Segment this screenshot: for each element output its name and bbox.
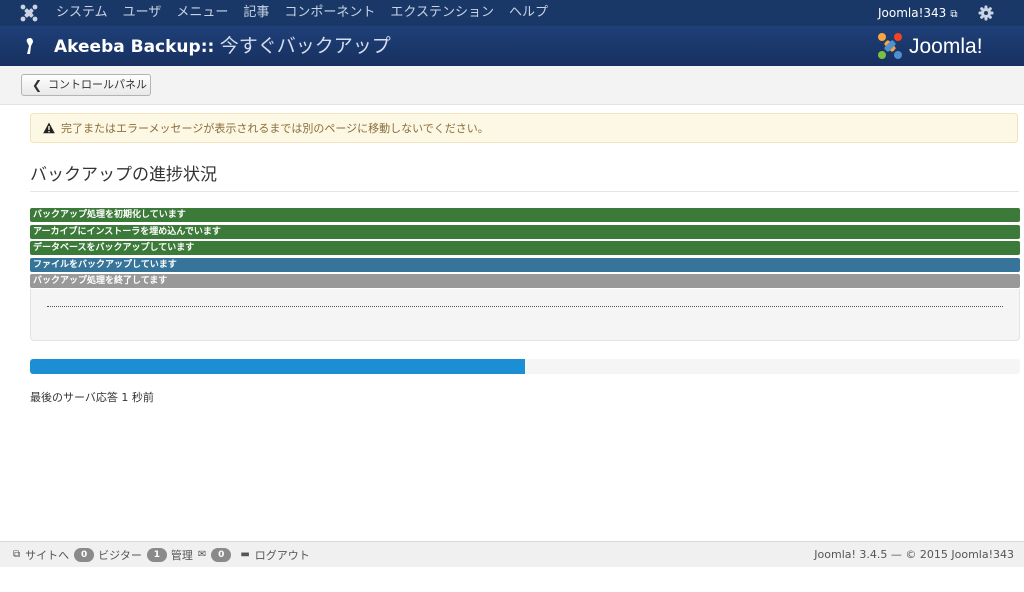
step-finalize: バックアップ処理を終了してます [30,274,1020,288]
warning-message: 完了またはエラーメッセージが表示されるまでは別のページに移動しないでください。 [61,122,489,135]
toolbar: ❮ コントロールパネル [0,66,1024,105]
divider [30,191,1019,192]
menu-system[interactable]: システム [56,0,108,26]
visitors-indicator: 0 ビジター [74,547,142,563]
step-files: ファイルをバックアップしています [30,257,1020,272]
top-navbar: システム ユーザ メニュー 記事 コンポーネント エクステンション ヘルプ Jo… [0,0,1024,26]
menu-content[interactable]: 記事 [243,0,269,26]
main-menu: システム ユーザ メニュー 記事 コンポーネント エクステンション ヘルプ [56,0,563,26]
external-link-icon: ⧉ [13,549,21,560]
menu-users[interactable]: ユーザ [123,0,162,26]
status-bar: ⧉ サイトへ 0 ビジター 1 管理 ✉ 0 ▬ ログアウト Joomla! 3… [0,541,1024,567]
chevron-left-icon: ❮ [32,78,43,92]
site-link[interactable]: Joomla!343 ⧉ [878,0,957,26]
progress-bar [30,359,1020,374]
menu-help[interactable]: ヘルプ [509,0,548,26]
minus-icon: ▬ [240,549,250,560]
control-panel-label: コントロールパネル [48,78,147,91]
site-name: Joomla!343 [878,6,947,20]
page-header: Akeeba Backup:: 今すぐバックアップ Joomla! [0,26,1024,66]
messages-link[interactable]: ✉ 0 [197,547,235,562]
admins-badge: 1 [146,547,167,562]
warning-alert: 完了またはエラーメッセージが表示されるまでは別のページに移動しないでください。 [30,113,1018,143]
joomla-logo: Joomla! [878,33,983,59]
menu-menus[interactable]: メニュー [176,0,228,26]
view-site-label: サイトへ [25,548,70,562]
joomla-brand-text: Joomla! [909,35,983,58]
page-title: Akeeba Backup:: 今すぐバックアップ [54,26,391,66]
warning-icon [43,122,55,134]
visitors-badge: 0 [74,547,95,562]
external-link-icon: ⧉ [950,9,958,20]
step-database: データベースをバックアップしています [30,241,1020,255]
title-component: Akeeba Backup:: [54,37,215,57]
progress-heading: バックアップの進捗状況 [30,165,217,185]
messages-badge: 0 [211,547,232,562]
view-site-link[interactable]: ⧉ サイトへ [13,547,69,563]
title-view: 今すぐバックアップ [219,35,391,57]
admins-label: 管理 [170,548,193,562]
step-detail-placeholder [47,306,1003,307]
menu-components[interactable]: コンポーネント [284,0,375,26]
logout-link[interactable]: ▬ ログアウト [240,547,309,563]
joomla-icon[interactable] [20,4,38,22]
gear-icon[interactable] [978,5,994,21]
envelope-icon: ✉ [197,549,207,560]
logout-label: ログアウト [254,548,310,562]
step-detail-panel [30,289,1020,341]
last-server-response: 最後のサーバ応答 1 秒前 [30,391,154,404]
admins-indicator: 1 管理 [146,547,193,563]
step-initialize: バックアップ処理を初期化しています [30,208,1020,222]
menu-extensions[interactable]: エクステンション [390,0,494,26]
step-embed-installer: アーカイブにインストーラを埋め込んでいます [30,224,1020,239]
footer-copyright: Joomla! 3.4.5 — © 2015 Joomla!343 [814,548,1014,561]
visitors-label: ビジター [98,548,142,562]
backup-steps: バックアップ処理を初期化しています アーカイブにインストーラを埋め込んでいます … [30,208,1020,291]
progress-fill [30,359,525,374]
akeeba-icon [26,38,33,54]
control-panel-button[interactable]: ❮ コントロールパネル [21,74,151,96]
